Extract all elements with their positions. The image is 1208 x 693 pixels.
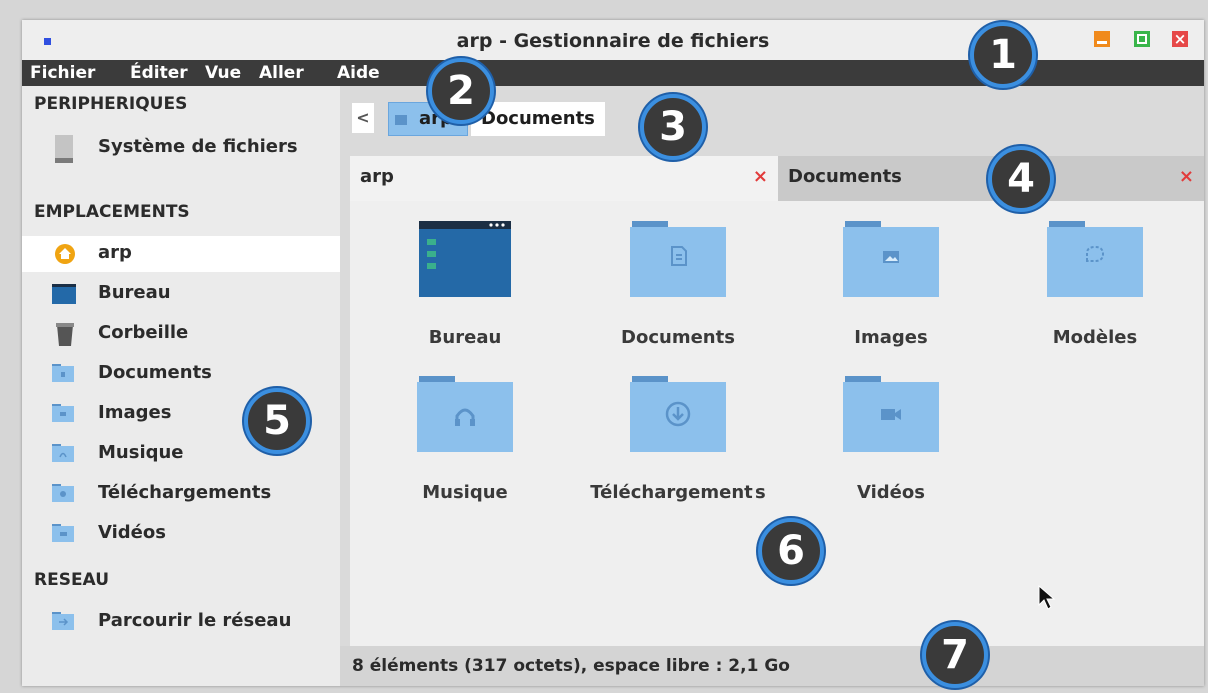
folder-music-icon bbox=[417, 376, 513, 452]
close-tab-icon[interactable]: × bbox=[1179, 166, 1194, 187]
file-label: Images bbox=[854, 327, 928, 348]
section-network: RESEAU bbox=[34, 570, 109, 590]
sidebar-item-label: Système de fichiers bbox=[98, 136, 298, 157]
callout-badge: 1 bbox=[970, 22, 1036, 88]
callout-badge: 7 bbox=[922, 622, 988, 688]
folder-images-icon bbox=[52, 404, 74, 422]
back-button[interactable]: < bbox=[352, 103, 374, 133]
sidebar-item-label: Téléchargements bbox=[98, 482, 272, 503]
sidebar-item-label: Vidéos bbox=[98, 522, 166, 543]
file-item-documents[interactable]: Documents bbox=[583, 221, 773, 391]
sidebar-item-label: Bureau bbox=[98, 282, 171, 303]
file-label: Musique bbox=[422, 482, 508, 503]
callout-badge: 3 bbox=[640, 94, 706, 160]
sidebar-item-videos[interactable]: Vidéos bbox=[22, 516, 340, 552]
callout-badge: 4 bbox=[988, 146, 1054, 212]
sidebar-item-network[interactable]: Parcourir le réseau bbox=[22, 604, 340, 640]
sidebar-item-bureau[interactable]: Bureau bbox=[22, 276, 340, 312]
sidebar-item-label: Images bbox=[98, 402, 172, 423]
tab-label: arp bbox=[360, 166, 394, 187]
menu-fichier[interactable]: Fichier bbox=[30, 63, 95, 83]
status-bar: 8 éléments (317 octets), espace libre : … bbox=[340, 646, 1204, 686]
file-label: Modèles bbox=[1052, 327, 1138, 348]
folder-documents-icon bbox=[630, 221, 726, 297]
home-icon bbox=[55, 244, 75, 264]
status-text: 8 éléments (317 octets), espace libre : … bbox=[352, 656, 790, 676]
sidebar-item-label: Corbeille bbox=[98, 322, 189, 343]
menu-vue[interactable]: Vue bbox=[205, 63, 241, 83]
callout-badge: 6 bbox=[758, 518, 824, 584]
folder-templates-icon bbox=[1047, 221, 1143, 297]
file-item-modeles[interactable]: Modèles bbox=[1000, 221, 1190, 391]
mouse-pointer-icon bbox=[1038, 585, 1056, 610]
folder-music-icon bbox=[52, 444, 74, 462]
folder-icon bbox=[395, 115, 407, 125]
sidebar-item-label: Documents bbox=[98, 362, 212, 383]
folder-videos-icon bbox=[843, 376, 939, 452]
sidebar-item-label: Parcourir le réseau bbox=[98, 610, 292, 631]
main-content: < arp Documents arp × Documents × Bureau… bbox=[340, 86, 1204, 686]
tab-arp[interactable]: arp × bbox=[350, 156, 778, 201]
tab-bar: arp × Documents × bbox=[350, 156, 1204, 201]
menu-editer[interactable]: Éditer bbox=[130, 63, 188, 83]
callout-badge: 5 bbox=[244, 388, 310, 454]
file-label: Vidéos bbox=[857, 482, 925, 503]
folder-videos-icon bbox=[52, 524, 74, 542]
callout-badge: 2 bbox=[428, 58, 494, 124]
file-item-bureau[interactable]: Bureau bbox=[370, 221, 560, 391]
file-item-images[interactable]: Images bbox=[796, 221, 986, 391]
close-window-button[interactable]: × bbox=[1172, 31, 1188, 47]
tab-label: Documents bbox=[788, 166, 902, 187]
minimize-button[interactable] bbox=[1094, 31, 1110, 47]
sidebar-item-label: Musique bbox=[98, 442, 184, 463]
sidebar-item-filesystem[interactable]: Système de fichiers bbox=[22, 130, 340, 166]
network-folder-icon bbox=[52, 612, 74, 630]
file-label: Bureau bbox=[428, 327, 502, 348]
file-item-musique[interactable]: Musique bbox=[370, 376, 560, 546]
section-devices: PERIPHERIQUES bbox=[34, 94, 188, 114]
desktop-icon bbox=[419, 221, 511, 297]
file-manager-window: arp - Gestionnaire de fichiers × Fichier… bbox=[22, 20, 1204, 686]
breadcrumb-documents[interactable]: Documents bbox=[471, 102, 605, 136]
file-item-telechargements[interactable]: Téléchargement s bbox=[583, 376, 773, 546]
maximize-button[interactable] bbox=[1134, 31, 1150, 47]
folder-downloads-icon bbox=[630, 376, 726, 452]
sidebar-item-documents[interactable]: Documents bbox=[22, 356, 340, 392]
sidebar-item-arp[interactable]: arp bbox=[22, 236, 340, 272]
folder-documents-icon bbox=[52, 364, 74, 382]
close-tab-icon[interactable]: × bbox=[753, 166, 768, 187]
folder-downloads-icon bbox=[52, 484, 74, 502]
sidebar-item-corbeille[interactable]: Corbeille bbox=[22, 316, 340, 352]
file-label: Documents bbox=[621, 327, 735, 348]
file-label: Téléchargement s bbox=[590, 482, 766, 503]
file-item-videos[interactable]: Vidéos bbox=[796, 376, 986, 546]
trash-icon bbox=[56, 323, 74, 346]
sidebar-item-telechargements[interactable]: Téléchargements bbox=[22, 476, 340, 512]
desktop-icon bbox=[52, 284, 76, 304]
sidebar: PERIPHERIQUES Système de fichiers EMPLAC… bbox=[22, 86, 340, 686]
folder-images-icon bbox=[843, 221, 939, 297]
sidebar-item-label: arp bbox=[98, 242, 132, 263]
section-places: EMPLACEMENTS bbox=[34, 202, 190, 222]
drive-icon bbox=[55, 135, 73, 163]
menu-aller[interactable]: Aller bbox=[259, 63, 304, 83]
menu-aide[interactable]: Aide bbox=[337, 63, 380, 83]
